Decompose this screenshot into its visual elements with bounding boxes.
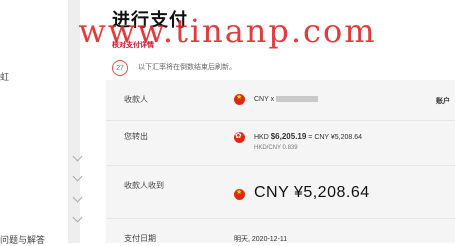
left-nav: 虹 问题与解答 [0, 0, 68, 246]
received-row: 收款人收到 CNY ¥5,208.64 [106, 166, 455, 218]
date-label: 支付日期 [124, 234, 156, 243]
nav-fragment-label[interactable]: 虹 [0, 70, 9, 83]
hong-kong-flag-icon [234, 131, 245, 143]
china-flag-icon [234, 93, 245, 105]
account-label: 账户 [436, 98, 450, 105]
countdown-timer: 27 [112, 60, 128, 76]
payee-currency: CNY [254, 96, 269, 103]
exchange-rate: HKD/CNY 0.839 [254, 145, 298, 151]
payee-label: 收款人 [124, 95, 148, 104]
transfer-equals: = CNY ¥5,208.64 [308, 134, 363, 141]
transfer-row: 您转出 HKD $6,205.19 = CNY ¥5,208.64 HKD/CN… [106, 121, 455, 165]
payee-name-initial: x [270, 96, 275, 103]
transfer-currency: HKD [254, 134, 269, 141]
nav-help-label[interactable]: 问题与解答 [0, 233, 45, 246]
masked-name [276, 96, 319, 103]
countdown-note: 以下汇率将在倒数结束后刷新。 [138, 64, 236, 71]
nav-divider [68, 0, 80, 243]
payee-row: 收款人 CNY x 账户 [106, 80, 455, 120]
transfer-label: 您转出 [124, 132, 148, 141]
page-title: 进行支付 [112, 10, 188, 30]
main-content: 进行支付 核对支付详情 27 以下汇率将在倒数结束后刷新。 收款人 CNY x … [96, 0, 455, 243]
section-title: 核对支付详情 [112, 42, 154, 49]
china-flag-icon [234, 188, 245, 200]
date-row: 支付日期 明天, 2020-12-11 [106, 219, 455, 243]
transfer-value: HKD $6,205.19 = CNY ¥5,208.64 [254, 132, 362, 141]
transfer-amount: $6,205.19 [270, 132, 307, 141]
payee-value: CNY x [254, 96, 319, 103]
received-amount: CNY ¥5,208.64 [254, 184, 370, 201]
payment-details-panel: 收款人 CNY x 账户 您转出 HKD $6,205.19 = CNY ¥5,… [106, 80, 455, 243]
received-label: 收款人收到 [124, 181, 164, 190]
